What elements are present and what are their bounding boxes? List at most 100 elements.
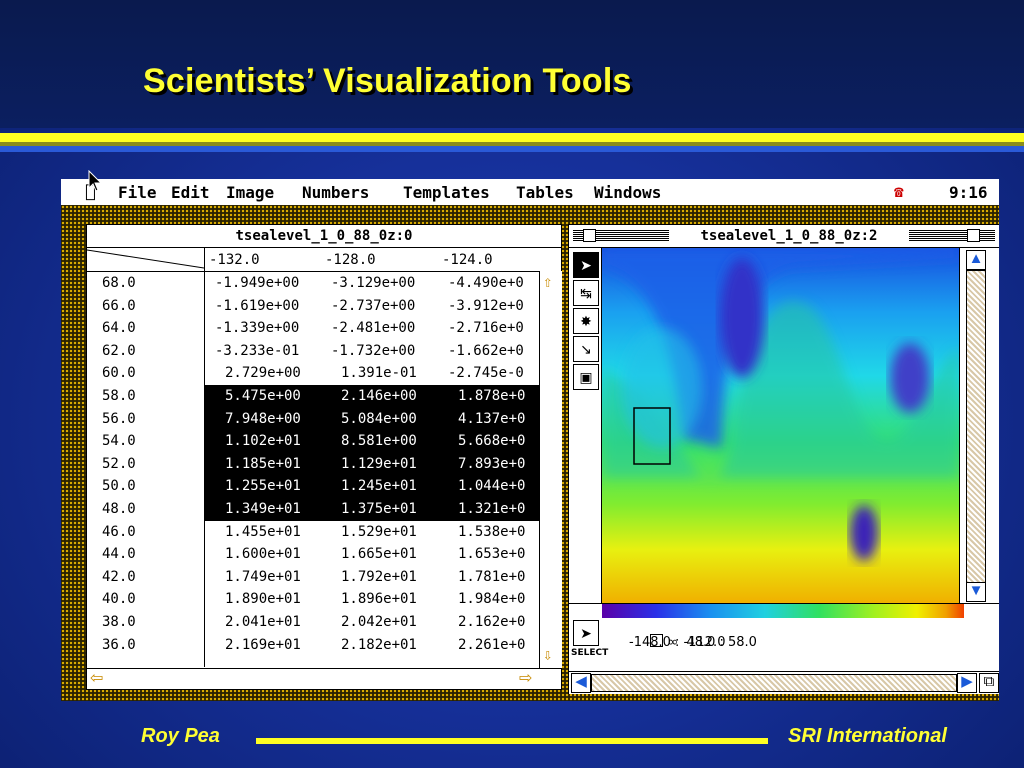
table-cell[interactable]: 1.878e+0 [458, 388, 525, 404]
menu-templates[interactable]: Templates [403, 183, 490, 202]
table-row[interactable]: 48.0 1.349e+01 1.375e+01 1.321e+0 [87, 498, 539, 521]
zoom-tool-icon[interactable]: ↘ [573, 336, 599, 362]
row-label[interactable]: 62.0 [102, 343, 136, 359]
phone-icon[interactable]: ☎ [894, 182, 904, 201]
arrow-tool-icon[interactable]: ➤ [573, 252, 599, 278]
scroll-up-icon[interactable]: ⇧ [543, 274, 553, 290]
table-cell[interactable]: 1.781e+0 [458, 569, 525, 585]
table-cell[interactable]: -2.716e+0 [448, 320, 524, 336]
table-cell[interactable]: -1.732e+00 [331, 343, 415, 359]
table-cell[interactable]: 1.455e+01 [225, 524, 301, 540]
image-window[interactable]: tsealevel_1_0_88_0z:2 ➤ ↹ ✸ ↘ ▣ ▲ ▼ ➤ SE… [568, 224, 999, 694]
image-vertical-scrollbar[interactable]: ▲ ▼ [959, 248, 999, 603]
table-cell[interactable]: 2.146e+00 [341, 388, 417, 404]
table-cell[interactable]: 2.041e+01 [225, 614, 301, 630]
table-row[interactable]: 42.0 1.749e+01 1.792e+01 1.781e+0 [87, 566, 539, 589]
menu-numbers[interactable]: Numbers [302, 183, 369, 202]
table-cell[interactable]: -1.339e+00 [215, 320, 299, 336]
row-label[interactable]: 44.0 [102, 546, 136, 562]
table-cell[interactable]: 2.729e+00 [225, 365, 301, 381]
column-header[interactable]: -128.0 [325, 252, 376, 268]
table-cell[interactable]: 1.102e+01 [225, 433, 301, 449]
table-cell[interactable]: 5.475e+00 [225, 388, 301, 404]
ruler-tool-icon[interactable]: ↹ [573, 280, 599, 306]
scroll-left-icon[interactable]: ◀ [571, 673, 591, 693]
table-cell[interactable]: -3.912e+0 [448, 298, 524, 314]
table-cell[interactable]: 1.044e+0 [458, 478, 525, 494]
table-row[interactable]: 44.0 1.600e+01 1.665e+01 1.653e+0 [87, 543, 539, 566]
table-cell[interactable]: 1.749e+01 [225, 569, 301, 585]
table-cell[interactable]: -4.490e+0 [448, 275, 524, 291]
table-cell[interactable]: 5.668e+0 [458, 433, 525, 449]
table-cell[interactable]: -2.745e-0 [448, 365, 524, 381]
row-label[interactable]: 66.0 [102, 298, 136, 314]
row-label[interactable]: 56.0 [102, 411, 136, 427]
scroll-up-icon[interactable]: ▲ [966, 250, 986, 270]
table-cell[interactable]: 1.665e+01 [341, 546, 417, 562]
table-row[interactable]: 60.0 2.729e+00 1.391e-01 -2.745e-0 [87, 362, 539, 385]
table-cell[interactable]: -3.129e+00 [331, 275, 415, 291]
table-cell[interactable]: 1.653e+0 [458, 546, 525, 562]
row-label[interactable]: 58.0 [102, 388, 136, 404]
table-row[interactable]: 64.0 -1.339e+00 -2.481e+00 -2.716e+0 [87, 317, 539, 340]
table-cell[interactable]: -3.233e-01 [215, 343, 299, 359]
table-row[interactable]: 68.0 -1.949e+00 -3.129e+00 -4.490e+0 [87, 272, 539, 295]
table-cell[interactable]: 2.162e+0 [458, 614, 525, 630]
menu-image[interactable]: Image [226, 183, 274, 202]
table-cell[interactable]: 1.255e+01 [225, 478, 301, 494]
table-cell[interactable]: 1.321e+0 [458, 501, 525, 517]
table-cell[interactable]: 5.084e+00 [341, 411, 417, 427]
spreadsheet-title[interactable]: tsealevel_1_0_88_0z:0 [87, 225, 561, 248]
table-row[interactable]: 52.0 1.185e+01 1.129e+01 7.893e+0 [87, 453, 539, 476]
image-title-bar[interactable]: tsealevel_1_0_88_0z:2 [569, 225, 999, 248]
table-cell[interactable]: 2.042e+01 [341, 614, 417, 630]
table-cell[interactable]: -1.662e+0 [448, 343, 524, 359]
table-row[interactable]: 62.0 -3.233e-01 -1.732e+00 -1.662e+0 [87, 340, 539, 363]
table-row[interactable]: 36.0 2.169e+01 2.182e+01 2.261e+0 [87, 634, 539, 657]
spreadsheet-horizontal-scrollbar[interactable]: ⇦ ⇨ [87, 668, 561, 690]
menu-tables[interactable]: Tables [516, 183, 574, 202]
scroll-down-icon[interactable]: ⇩ [543, 647, 553, 663]
table-cell[interactable]: 7.893e+0 [458, 456, 525, 472]
row-label[interactable]: 38.0 [102, 614, 136, 630]
table-cell[interactable]: 1.984e+0 [458, 591, 525, 607]
table-row[interactable]: 54.0 1.102e+01 8.581e+00 5.668e+0 [87, 430, 539, 453]
spreadsheet-grid[interactable]: -132.0 -128.0 -124.0 68.0 -1.949e+00 -3.12… [87, 248, 562, 668]
row-label[interactable]: 48.0 [102, 501, 136, 517]
table-cell[interactable]: 1.529e+01 [341, 524, 417, 540]
frame-tool-icon[interactable]: ▣ [573, 364, 599, 390]
table-cell[interactable]: 1.890e+01 [225, 591, 301, 607]
scroll-right-icon[interactable]: ⇨ [519, 671, 532, 687]
menu-file[interactable]: File [118, 183, 157, 202]
table-cell[interactable]: 1.896e+01 [341, 591, 417, 607]
table-row[interactable]: 66.0 -1.619e+00 -2.737e+00 -3.912e+0 [87, 295, 539, 318]
table-cell[interactable]: 1.245e+01 [341, 478, 417, 494]
row-label[interactable]: 52.0 [102, 456, 136, 472]
scroll-down-icon[interactable]: ▼ [966, 582, 986, 602]
table-cell[interactable]: 1.349e+01 [225, 501, 301, 517]
row-label[interactable]: 60.0 [102, 365, 136, 381]
table-cell[interactable]: 1.600e+01 [225, 546, 301, 562]
table-cell[interactable]: 1.129e+01 [341, 456, 417, 472]
table-cell[interactable]: 4.137e+0 [458, 411, 525, 427]
table-cell[interactable]: 2.261e+0 [458, 637, 525, 653]
table-cell[interactable]: 8.581e+00 [341, 433, 417, 449]
table-cell[interactable]: 1.538e+0 [458, 524, 525, 540]
heatmap-image[interactable] [602, 248, 959, 603]
table-cell[interactable]: 1.391e-01 [341, 365, 417, 381]
zoom-box-icon[interactable] [967, 229, 980, 242]
row-label[interactable]: 68.0 [102, 275, 136, 291]
table-row[interactable]: 58.0 5.475e+00 2.146e+00 1.878e+0 [87, 385, 539, 408]
row-label[interactable]: 54.0 [102, 433, 136, 449]
row-label[interactable]: 64.0 [102, 320, 136, 336]
close-box-icon[interactable] [583, 229, 596, 242]
scroll-track[interactable] [966, 270, 986, 584]
scroll-left-icon[interactable]: ⇦ [90, 671, 103, 687]
scroll-track[interactable] [591, 674, 957, 692]
grow-box-icon[interactable]: ⧉ [979, 673, 999, 693]
row-label[interactable]: 46.0 [102, 524, 136, 540]
menu-edit[interactable]: Edit [171, 183, 210, 202]
row-label[interactable]: 40.0 [102, 591, 136, 607]
row-label[interactable]: 42.0 [102, 569, 136, 585]
table-cell[interactable]: -1.619e+00 [215, 298, 299, 314]
